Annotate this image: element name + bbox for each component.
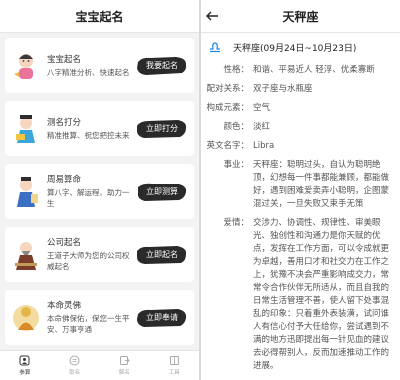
card-desc: 本命佛保佑，保您一生平安、万事亨通 [47, 314, 130, 334]
name-scoring-button[interactable]: 立即打分 [136, 119, 188, 139]
attr-value: 空气 [253, 103, 271, 113]
attr-key: 配对关系： [206, 84, 249, 94]
card-title: 周易算命 [47, 175, 82, 185]
attr-value: 交涉力、协调性、规律性、审美眼光、独创性和沟通力是你天赋的优点，发挥在工作方面，… [253, 218, 390, 371]
card-title: 本命灵佛 [47, 301, 82, 311]
attr-value: Libra [253, 141, 275, 151]
libra-symbol-icon [201, 41, 229, 53]
attr-row: 配对关系： 双子座与水瓶座 [201, 83, 400, 96]
top-bar: 天秤座 [201, 0, 400, 33]
attr-row: 颜色： 淡红 [201, 121, 400, 134]
grid-icon [169, 356, 179, 365]
sign-date-range: 天秤座(09月24日~10月23日) [233, 43, 357, 54]
card-desc: 精准推算、祝您把控未来 [47, 130, 130, 140]
zodiac-detail-screen: 天秤座 天秤座(09月24日~10月23日) 性格： 和谐、平易近人 轻浮、优柔… [201, 0, 400, 380]
sage-illustration-icon [11, 175, 41, 209]
attr-key: 颜色： [223, 122, 249, 132]
back-arrow-icon[interactable] [205, 9, 219, 23]
card-title: 公司起名 [47, 238, 82, 248]
top-bar: 宝宝起名 [0, 0, 199, 33]
tab-quming[interactable]: 取名 [50, 351, 100, 380]
buddha-illustration-icon [11, 301, 41, 335]
service-list: 宝宝起名 八字精准分析、快速起名 我要起名 测名打分 精准推算、祝您把控未来 立… [5, 38, 194, 353]
attr-key: 构成元素： [206, 103, 249, 113]
card-title: 宝宝起名 [47, 54, 82, 65]
service-card-baby-naming[interactable]: 宝宝起名 八字精准分析、快速起名 我要起名 [5, 38, 194, 93]
attr-row: 性格： 和谐、平易近人 轻浮、优柔寡断 [201, 64, 400, 77]
attr-value: 淡红 [253, 122, 271, 132]
service-card-company-naming[interactable]: 公司起名 王道子大师为您的公司权威起名 立即起名 [5, 227, 194, 282]
attr-value: 双子座与水瓶座 [253, 84, 313, 94]
person-icon [19, 355, 30, 366]
master-illustration-icon [11, 238, 41, 272]
attr-row: 英文名字： Libra [201, 140, 400, 153]
card-desc: 算八字、解运程、助力一生 [47, 188, 130, 208]
chat-icon [69, 355, 80, 366]
attr-key: 爱情： [223, 218, 249, 228]
attr-row: 爱情： 交涉力、协调性、规律性、审美眼光、独创性和沟通力是你天赋的优点，发挥在工… [201, 217, 400, 373]
page-title: 天秤座 [282, 9, 319, 24]
card-desc: 王道子大师为您的公司权威起名 [47, 251, 130, 271]
service-card-buddha[interactable]: 本命灵佛 本命佛保佑，保您一生平安、万事亨通 立即奉请 [5, 290, 194, 345]
attr-row: 事业： 天秤座：聪明过头，自认为聪明绝顶，幻想每一件事都能兼顾，都能做好，遇到困… [201, 159, 400, 211]
exit-icon [119, 356, 130, 365]
service-card-zhouyi-fortune[interactable]: 周易算命 算八字、解运程、助力一生 立即测算 [5, 164, 194, 219]
baby-illustration-icon [11, 49, 41, 83]
tab-jieming[interactable]: 解名 [100, 351, 150, 380]
home-screen: 宝宝起名 宝宝起名 八字精准分析、快速起名 我要起名 测名打分 精准推算、祝您把… [0, 0, 199, 380]
attr-key: 性格： [223, 65, 249, 75]
card-desc: 八字精准分析、快速起名 [47, 67, 130, 77]
attr-key: 英文名字： [206, 141, 249, 151]
sign-header: 天秤座(09月24日~10月23日) [201, 36, 400, 58]
attr-row: 构成元素： 空气 [201, 102, 400, 115]
bottom-tab-bar: 参算 取名 解名 工具 [0, 350, 199, 380]
page-title: 宝宝起名 [75, 9, 124, 24]
attr-value: 和谐、平易近人 轻浮、优柔寡断 [253, 65, 375, 75]
attr-key: 事业： [223, 160, 249, 170]
buddha-invite-button[interactable]: 立即奉请 [136, 308, 188, 328]
tab-cansuan[interactable]: 参算 [0, 351, 50, 380]
fortune-test-button[interactable]: 立即测算 [136, 182, 188, 202]
service-card-name-scoring[interactable]: 测名打分 精准推算、祝您把控未来 立即打分 [5, 101, 194, 156]
attr-value: 天秤座：聪明过头，自认为聪明绝顶，幻想每一件事都能兼顾，都能做好，遇到困难爱卖弄… [253, 160, 390, 209]
card-title: 测名打分 [47, 117, 82, 128]
zodiac-attributes: 性格： 和谐、平易近人 轻浮、优柔寡断 配对关系： 双子座与水瓶座 构成元素： … [201, 64, 400, 373]
company-naming-button[interactable]: 立即起名 [136, 245, 188, 265]
scholar-illustration-icon [11, 112, 41, 146]
tab-gongju[interactable]: 工具 [149, 351, 199, 380]
baby-naming-button[interactable]: 我要起名 [136, 56, 188, 76]
